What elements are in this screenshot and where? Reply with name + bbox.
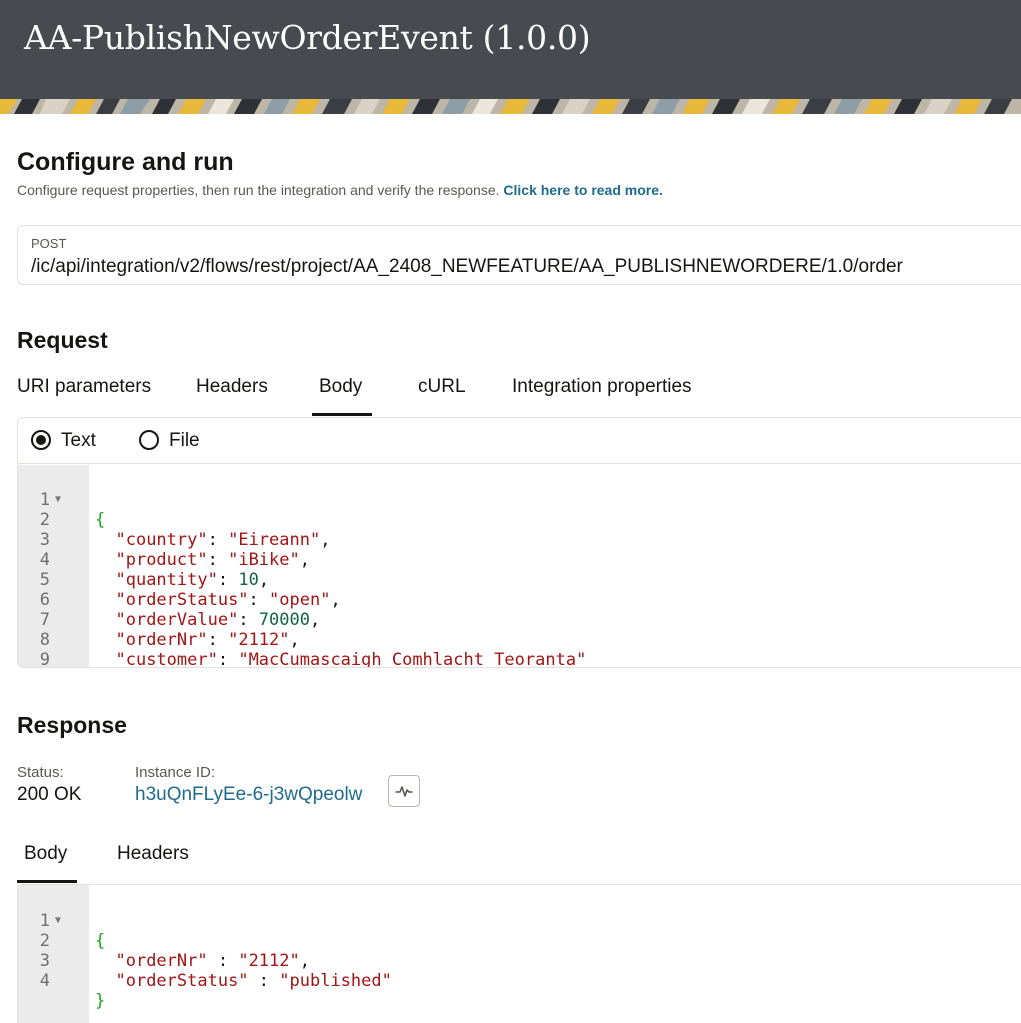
status-value: 200 OK [17, 784, 82, 805]
text-mode-label[interactable]: Text [61, 430, 96, 452]
code-line: 4 "quantity": 10, [39, 550, 270, 590]
code-text: { [95, 510, 106, 530]
banner-pattern-image [0, 99, 1021, 114]
instance-id-label: Instance ID: [135, 764, 216, 781]
activity-pulse-icon [395, 786, 413, 797]
instance-id-link[interactable]: h3uQnFLyEe-6-j3wQpeolw [135, 784, 362, 806]
response-body-panel: 1 ▼ { 2 "orderNr" : "2112", 3 "orderStatu… [17, 884, 1021, 1023]
code-line: 3 "product": "iBike", [39, 530, 310, 570]
code-line: 6 "orderValue": 70000, [39, 590, 321, 630]
file-mode-radio[interactable] [139, 430, 159, 450]
code-line: 8 "customer": "MacCumascaigh Comhlacht T… [39, 630, 587, 668]
tab-body[interactable]: Body [319, 376, 362, 398]
status-label: Status: [17, 764, 64, 781]
section-title-configure: Configure and run [17, 148, 234, 176]
tab-headers[interactable]: Headers [196, 376, 268, 398]
response-body-viewer[interactable]: 1 ▼ { 2 "orderNr" : "2112", 3 "orderStatu… [18, 885, 1021, 1023]
code-line: 2 "country": "Eireann", [39, 510, 331, 550]
section-title-response: Response [17, 712, 127, 738]
decorative-banner [0, 99, 1021, 114]
active-tab-indicator [312, 413, 372, 416]
request-body-panel: Text File 1 ▼ { 2 "country": "Eireann", 3… [17, 417, 1021, 668]
code-text: { [95, 931, 106, 951]
activity-stream-button[interactable] [388, 775, 420, 807]
code-line: 3 "orderStatus" : "published" [39, 951, 392, 991]
section-title-request: Request [17, 327, 108, 353]
code-line: 4 } [39, 971, 106, 1011]
request-body-editor[interactable]: 1 ▼ { 2 "country": "Eireann", 3 "product"… [18, 465, 1021, 668]
tab-curl[interactable]: cURL [418, 376, 466, 398]
code-line: 5 "orderStatus": "open", [39, 570, 341, 610]
page-title: AA-PublishNewOrderEvent (1.0.0) [24, 18, 591, 57]
response-active-tab-indicator [17, 880, 77, 883]
code-line: 7 "orderNr": "2112", [39, 610, 300, 650]
app-header: AA-PublishNewOrderEvent (1.0.0) [0, 0, 1021, 99]
response-tab-body[interactable]: Body [24, 843, 67, 865]
http-method: POST [31, 236, 67, 251]
code-line: 9 } [39, 650, 50, 668]
code-text: } [95, 991, 106, 1011]
response-tab-headers[interactable]: Headers [117, 843, 189, 865]
body-mode-selector: Text File [18, 418, 1021, 464]
endpoint-box: POST /ic/api/integration/v2/flows/rest/p… [17, 225, 1021, 285]
configure-subtitle: Configure request properties, then run t… [17, 182, 663, 198]
text-mode-radio[interactable] [31, 430, 51, 450]
code-line: 2 "orderNr" : "2112", [39, 931, 310, 971]
configure-subtitle-text: Configure request properties, then run t… [17, 182, 500, 198]
read-more-link[interactable]: Click here to read more. [503, 182, 663, 198]
tab-uri-parameters[interactable]: URI parameters [17, 376, 151, 398]
tab-integration-properties[interactable]: Integration properties [512, 376, 692, 398]
code-line: 1 ▼ { [39, 911, 106, 951]
code-line: 1 ▼ { [39, 490, 106, 530]
file-mode-label[interactable]: File [169, 430, 200, 452]
endpoint-url: /ic/api/integration/v2/flows/rest/projec… [31, 256, 903, 277]
